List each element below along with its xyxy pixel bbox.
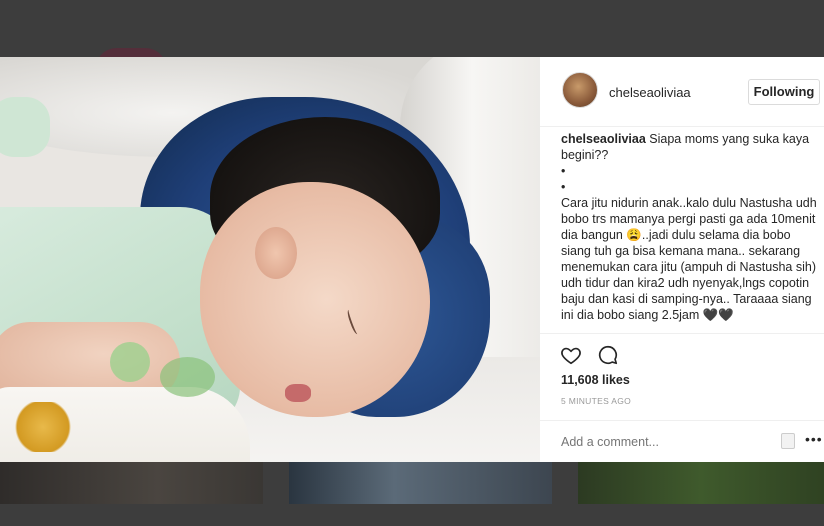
following-button[interactable]: Following: [748, 79, 820, 105]
caption-username[interactable]: chelseaoliviaa: [561, 132, 646, 146]
comment-input[interactable]: [561, 433, 761, 451]
avatar[interactable]: [562, 72, 598, 108]
post-side-panel: chelseaoliviaa Following chelseaoliviaa …: [540, 57, 824, 462]
post-caption: chelseaoliviaa Siapa moms yang suka kaya…: [561, 127, 819, 332]
likes-count[interactable]: 11,608 likes: [561, 373, 630, 387]
photo-face: [200, 182, 430, 417]
caption-line: Cara jitu nidurin anak..kalo dulu Nastus…: [561, 196, 817, 322]
post-actions: [540, 333, 824, 373]
background-strip: [0, 504, 824, 526]
post-timestamp[interactable]: 5 MINUTES AGO: [561, 396, 631, 406]
more-options-icon[interactable]: •••: [805, 431, 823, 447]
photo-mouth: [285, 384, 311, 402]
photo-blanket-pattern: [160, 357, 215, 397]
background-grid: [0, 462, 824, 504]
photo-sleeve: [0, 97, 50, 157]
photo-blanket-pattern: [110, 342, 150, 382]
caption-line: •: [561, 180, 566, 194]
post-modal: chelseaoliviaa Following chelseaoliviaa …: [0, 57, 824, 462]
input-stepper-icon[interactable]: [781, 433, 795, 449]
caption-first-line: chelseaoliviaa Siapa moms yang suka kaya…: [561, 131, 819, 163]
add-comment-bar: •••: [540, 420, 824, 462]
grid-thumbnail[interactable]: [578, 462, 824, 504]
post-photo[interactable]: [0, 57, 540, 462]
photo-ear: [255, 227, 297, 279]
caption-line: •: [561, 164, 566, 178]
photo-blanket-flower: [8, 402, 78, 452]
comment-icon[interactable]: [597, 344, 619, 366]
post-header: chelseaoliviaa Following: [540, 57, 824, 127]
grid-thumbnail[interactable]: [289, 462, 552, 504]
grid-thumbnail[interactable]: [0, 462, 263, 504]
username-link[interactable]: chelseaoliviaa: [609, 85, 691, 100]
heart-icon[interactable]: [560, 344, 582, 366]
